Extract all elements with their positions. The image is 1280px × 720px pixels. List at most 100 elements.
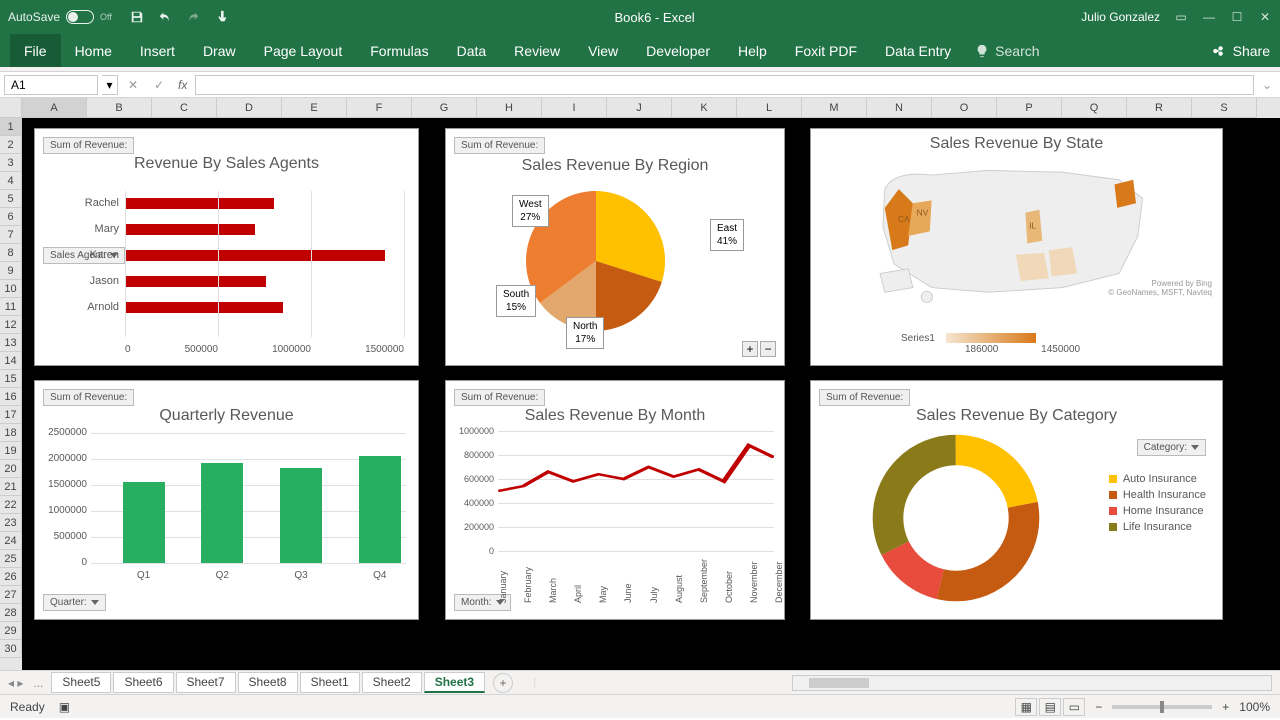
row-header[interactable]: 30 (0, 640, 22, 658)
select-all-corner[interactable] (0, 98, 22, 118)
tab-formulas[interactable]: Formulas (356, 34, 442, 67)
column-header[interactable]: O (932, 98, 997, 118)
row-header[interactable]: 8 (0, 244, 22, 262)
column-header[interactable]: J (607, 98, 672, 118)
tab-review[interactable]: Review (500, 34, 574, 67)
slicer-quarter[interactable]: Quarter: (43, 594, 106, 611)
zoom-out-button[interactable]: − (1095, 700, 1102, 714)
row-header[interactable]: 27 (0, 586, 22, 604)
ribbon-options-icon[interactable]: ▭ (1174, 10, 1188, 24)
column-header[interactable]: E (282, 98, 347, 118)
row-header[interactable]: 26 (0, 568, 22, 586)
column-header[interactable]: N (867, 98, 932, 118)
tab-home[interactable]: Home (61, 34, 126, 67)
view-normal-icon[interactable]: ▦ (1015, 698, 1037, 716)
user-name[interactable]: Julio Gonzalez (1081, 10, 1160, 24)
column-header[interactable]: P (997, 98, 1062, 118)
column-header[interactable]: R (1127, 98, 1192, 118)
row-header[interactable]: 14 (0, 352, 22, 370)
column-header[interactable]: C (152, 98, 217, 118)
chart-revenue-by-month[interactable]: Sum of Revenue: Sales Revenue By Month M… (445, 380, 785, 620)
formula-input[interactable] (195, 75, 1254, 95)
close-icon[interactable]: ✕ (1258, 10, 1272, 24)
row-header[interactable]: 2 (0, 136, 22, 154)
tab-file[interactable]: File (10, 34, 61, 67)
enter-icon[interactable]: ✓ (148, 78, 170, 92)
tab-foxit[interactable]: Foxit PDF (781, 34, 871, 67)
sheet-tab[interactable]: Sheet6 (113, 672, 173, 693)
field-button[interactable]: Sum of Revenue: (819, 389, 910, 406)
minimize-icon[interactable]: — (1202, 10, 1216, 24)
column-header[interactable]: B (87, 98, 152, 118)
sheet-nav[interactable]: ◂ ▸ (8, 676, 23, 690)
redo-icon[interactable] (186, 10, 200, 24)
row-header[interactable]: 22 (0, 496, 22, 514)
row-header[interactable]: 20 (0, 460, 22, 478)
row-header[interactable]: 13 (0, 334, 22, 352)
column-header[interactable]: A (22, 98, 87, 118)
row-header[interactable]: 10 (0, 280, 22, 298)
row-header[interactable]: 19 (0, 442, 22, 460)
field-button[interactable]: Sum of Revenue: (43, 137, 134, 154)
chart-quarterly-revenue[interactable]: Sum of Revenue: Quarterly Revenue Quarte… (34, 380, 419, 620)
fx-label[interactable]: fx (178, 78, 187, 92)
expand-button[interactable]: + (742, 341, 758, 357)
cancel-icon[interactable]: ✕ (122, 78, 144, 92)
row-header[interactable]: 9 (0, 262, 22, 280)
row-header[interactable]: 17 (0, 406, 22, 424)
save-icon[interactable] (130, 10, 144, 24)
row-header[interactable]: 16 (0, 388, 22, 406)
column-header[interactable]: K (672, 98, 737, 118)
chart-revenue-by-region[interactable]: Sum of Revenue: Sales Revenue By Region … (445, 128, 785, 366)
tab-help[interactable]: Help (724, 34, 781, 67)
share-icon[interactable] (1211, 44, 1225, 58)
column-header[interactable]: M (802, 98, 867, 118)
chart-revenue-by-state[interactable]: Sales Revenue By State CA NV IL Po (810, 128, 1223, 366)
maximize-icon[interactable]: ☐ (1230, 10, 1244, 24)
slicer-category[interactable]: Category: (1137, 439, 1206, 456)
row-header[interactable]: 24 (0, 532, 22, 550)
row-header[interactable]: 3 (0, 154, 22, 172)
view-page-layout-icon[interactable]: ▤ (1039, 698, 1061, 716)
field-button[interactable]: Sum of Revenue: (43, 389, 134, 406)
row-header[interactable]: 18 (0, 424, 22, 442)
zoom-level[interactable]: 100% (1239, 700, 1270, 714)
column-header[interactable]: S (1192, 98, 1257, 118)
tab-data[interactable]: Data (443, 34, 501, 67)
sheet-tab[interactable]: Sheet3 (424, 672, 485, 693)
column-header[interactable]: Q (1062, 98, 1127, 118)
sheet-tab[interactable]: Sheet1 (300, 672, 360, 693)
row-header[interactable]: 21 (0, 478, 22, 496)
sheet-tab[interactable]: Sheet5 (51, 672, 111, 693)
zoom-in-button[interactable]: + (1222, 700, 1229, 714)
column-header[interactable]: G (412, 98, 477, 118)
collapse-button[interactable]: − (760, 341, 776, 357)
sheet-tab[interactable]: Sheet2 (362, 672, 422, 693)
column-header[interactable]: L (737, 98, 802, 118)
field-button[interactable]: Sum of Revenue: (454, 389, 545, 406)
horizontal-scrollbar[interactable] (792, 675, 1272, 691)
row-header[interactable]: 4 (0, 172, 22, 190)
touch-mode-icon[interactable] (214, 10, 228, 24)
chart-revenue-by-category[interactable]: Sum of Revenue: Sales Revenue By Categor… (810, 380, 1223, 620)
zoom-slider[interactable] (1112, 705, 1212, 709)
tab-data-entry[interactable]: Data Entry (871, 34, 965, 67)
name-box[interactable]: A1 (4, 75, 98, 95)
tab-draw[interactable]: Draw (189, 34, 250, 67)
undo-icon[interactable] (158, 10, 172, 24)
chart-revenue-by-agents[interactable]: Sum of Revenue: Revenue By Sales Agents … (34, 128, 419, 366)
row-header[interactable]: 23 (0, 514, 22, 532)
column-header[interactable]: F (347, 98, 412, 118)
sheet-tab[interactable]: Sheet8 (238, 672, 298, 693)
row-header[interactable]: 7 (0, 226, 22, 244)
tell-me-search[interactable]: Search (975, 43, 1039, 59)
row-header[interactable]: 28 (0, 604, 22, 622)
row-header[interactable]: 12 (0, 316, 22, 334)
column-header[interactable]: D (217, 98, 282, 118)
tab-view[interactable]: View (574, 34, 632, 67)
row-header[interactable]: 6 (0, 208, 22, 226)
row-header[interactable]: 5 (0, 190, 22, 208)
share-button[interactable]: Share (1233, 43, 1270, 59)
add-sheet-button[interactable]: + (493, 673, 513, 693)
formula-expand-icon[interactable]: ⌄ (1258, 78, 1276, 92)
